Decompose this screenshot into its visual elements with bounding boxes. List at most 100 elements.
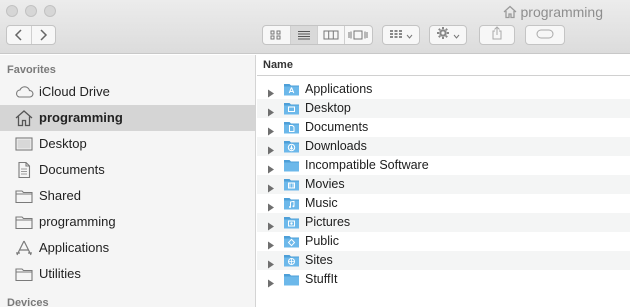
cloud-icon	[14, 83, 34, 101]
arrange-button[interactable]	[382, 25, 420, 45]
navigation-buttons	[6, 25, 56, 45]
list-item[interactable]: Applications	[257, 80, 630, 99]
sidebar-item-label: Shared	[39, 188, 81, 203]
sidebar-item-applications[interactable]: Applications	[0, 235, 255, 261]
sidebar-heading-devices: Devices	[7, 297, 49, 307]
finder-window: programming Favorites iCloud Drive progr…	[0, 0, 630, 307]
arrange-grid-icon	[389, 26, 403, 44]
sites-folder-icon	[283, 252, 300, 268]
list-item-label: Sites	[305, 253, 333, 267]
gear-icon	[436, 26, 450, 45]
folder-icon	[14, 213, 34, 231]
window-title: programming	[503, 3, 603, 21]
chevron-left-icon	[14, 29, 24, 41]
tags-button[interactable]	[525, 25, 565, 45]
icon-view-button[interactable]	[263, 26, 291, 44]
sidebar-heading-favorites: Favorites	[7, 64, 56, 76]
list-item[interactable]: Music	[257, 194, 630, 213]
sidebar-item-label: iCloud Drive	[39, 84, 110, 99]
share-button[interactable]	[479, 25, 515, 45]
toolbar: programming	[0, 0, 630, 54]
cover-flow-button[interactable]	[345, 26, 372, 44]
window-title-text: programming	[520, 4, 603, 20]
icon-view-icon	[270, 30, 282, 40]
list-view-button[interactable]	[290, 26, 318, 44]
sidebar-item-label: Applications	[39, 240, 110, 255]
sidebar-item-programming-folder[interactable]: programming	[0, 209, 255, 235]
minimize-window-button[interactable]	[25, 5, 37, 17]
list-item-label: Documents	[305, 120, 369, 134]
sidebar-item-label: programming	[39, 214, 116, 229]
list-item[interactable]: Sites	[257, 251, 630, 270]
tag-icon	[536, 26, 554, 44]
downloads-folder-icon	[283, 138, 300, 154]
movies-folder-icon	[283, 176, 300, 192]
disclosure-triangle-icon[interactable]	[267, 142, 275, 155]
sidebar-item-programming-home[interactable]: programming	[0, 105, 255, 131]
document-icon	[14, 161, 34, 179]
list-item[interactable]: Movies	[257, 175, 630, 194]
list-item-label: Pictures	[305, 215, 351, 229]
list-item-label: Applications	[305, 82, 373, 96]
list-item-label: Music	[305, 196, 338, 210]
folder-icon	[14, 187, 34, 205]
share-icon	[491, 25, 503, 45]
documents-folder-icon	[283, 119, 300, 135]
column-view-icon	[323, 30, 339, 40]
disclosure-triangle-icon[interactable]	[267, 161, 275, 174]
disclosure-triangle-icon[interactable]	[267, 218, 275, 231]
list-item[interactable]: StuffIt	[257, 270, 630, 289]
list-item-label: Incompatible Software	[305, 158, 429, 172]
close-window-button[interactable]	[6, 5, 18, 17]
list-view-icon	[297, 30, 311, 40]
applications-folder-icon	[283, 81, 300, 97]
sidebar-item-icloud-drive[interactable]: iCloud Drive	[0, 79, 255, 105]
sidebar: Favorites iCloud Drive programming Deskt…	[0, 55, 256, 307]
sidebar-item-desktop[interactable]: Desktop	[0, 131, 255, 157]
disclosure-triangle-icon[interactable]	[267, 275, 275, 288]
desktop-icon	[14, 135, 34, 153]
column-header-name[interactable]: Name	[257, 55, 630, 76]
sidebar-item-label: Desktop	[39, 136, 87, 151]
disclosure-triangle-icon[interactable]	[267, 180, 275, 193]
sidebar-item-utilities[interactable]: Utilities	[0, 261, 255, 287]
list-item[interactable]: Downloads	[257, 137, 630, 156]
list-item-label: Public	[305, 234, 340, 248]
folder-icon	[283, 271, 300, 287]
column-view-button[interactable]	[318, 26, 345, 44]
chevron-down-icon	[453, 26, 460, 44]
folder-icon	[283, 157, 300, 173]
list-item[interactable]: Public	[257, 232, 630, 251]
zoom-window-button[interactable]	[44, 5, 56, 17]
list-item[interactable]: Pictures	[257, 213, 630, 232]
sidebar-item-label: Utilities	[39, 266, 81, 281]
home-icon	[14, 109, 34, 127]
list-item-label: StuffIt	[305, 272, 338, 286]
sidebar-item-label: Documents	[39, 162, 105, 177]
disclosure-triangle-icon[interactable]	[267, 237, 275, 250]
disclosure-triangle-icon[interactable]	[267, 123, 275, 136]
sidebar-item-shared[interactable]: Shared	[0, 183, 255, 209]
forward-button[interactable]	[32, 26, 56, 44]
pictures-folder-icon	[283, 214, 300, 230]
disclosure-triangle-icon[interactable]	[267, 199, 275, 212]
back-button[interactable]	[7, 26, 32, 44]
home-icon	[503, 5, 517, 19]
list-item[interactable]: Desktop	[257, 99, 630, 118]
list-item[interactable]: Documents	[257, 118, 630, 137]
list-item-label: Downloads	[305, 139, 367, 153]
list-item-label: Movies	[305, 177, 345, 191]
list-item[interactable]: Incompatible Software	[257, 156, 630, 175]
column-header-label: Name	[263, 59, 293, 71]
action-button[interactable]	[429, 25, 467, 45]
public-folder-icon	[283, 233, 300, 249]
view-mode-control	[262, 25, 373, 45]
applications-icon	[14, 239, 34, 257]
music-folder-icon	[283, 195, 300, 211]
disclosure-triangle-icon[interactable]	[267, 256, 275, 269]
cover-flow-icon	[348, 30, 368, 40]
disclosure-triangle-icon[interactable]	[267, 85, 275, 98]
disclosure-triangle-icon[interactable]	[267, 104, 275, 117]
sidebar-item-label: programming	[39, 110, 123, 125]
sidebar-item-documents[interactable]: Documents	[0, 157, 255, 183]
